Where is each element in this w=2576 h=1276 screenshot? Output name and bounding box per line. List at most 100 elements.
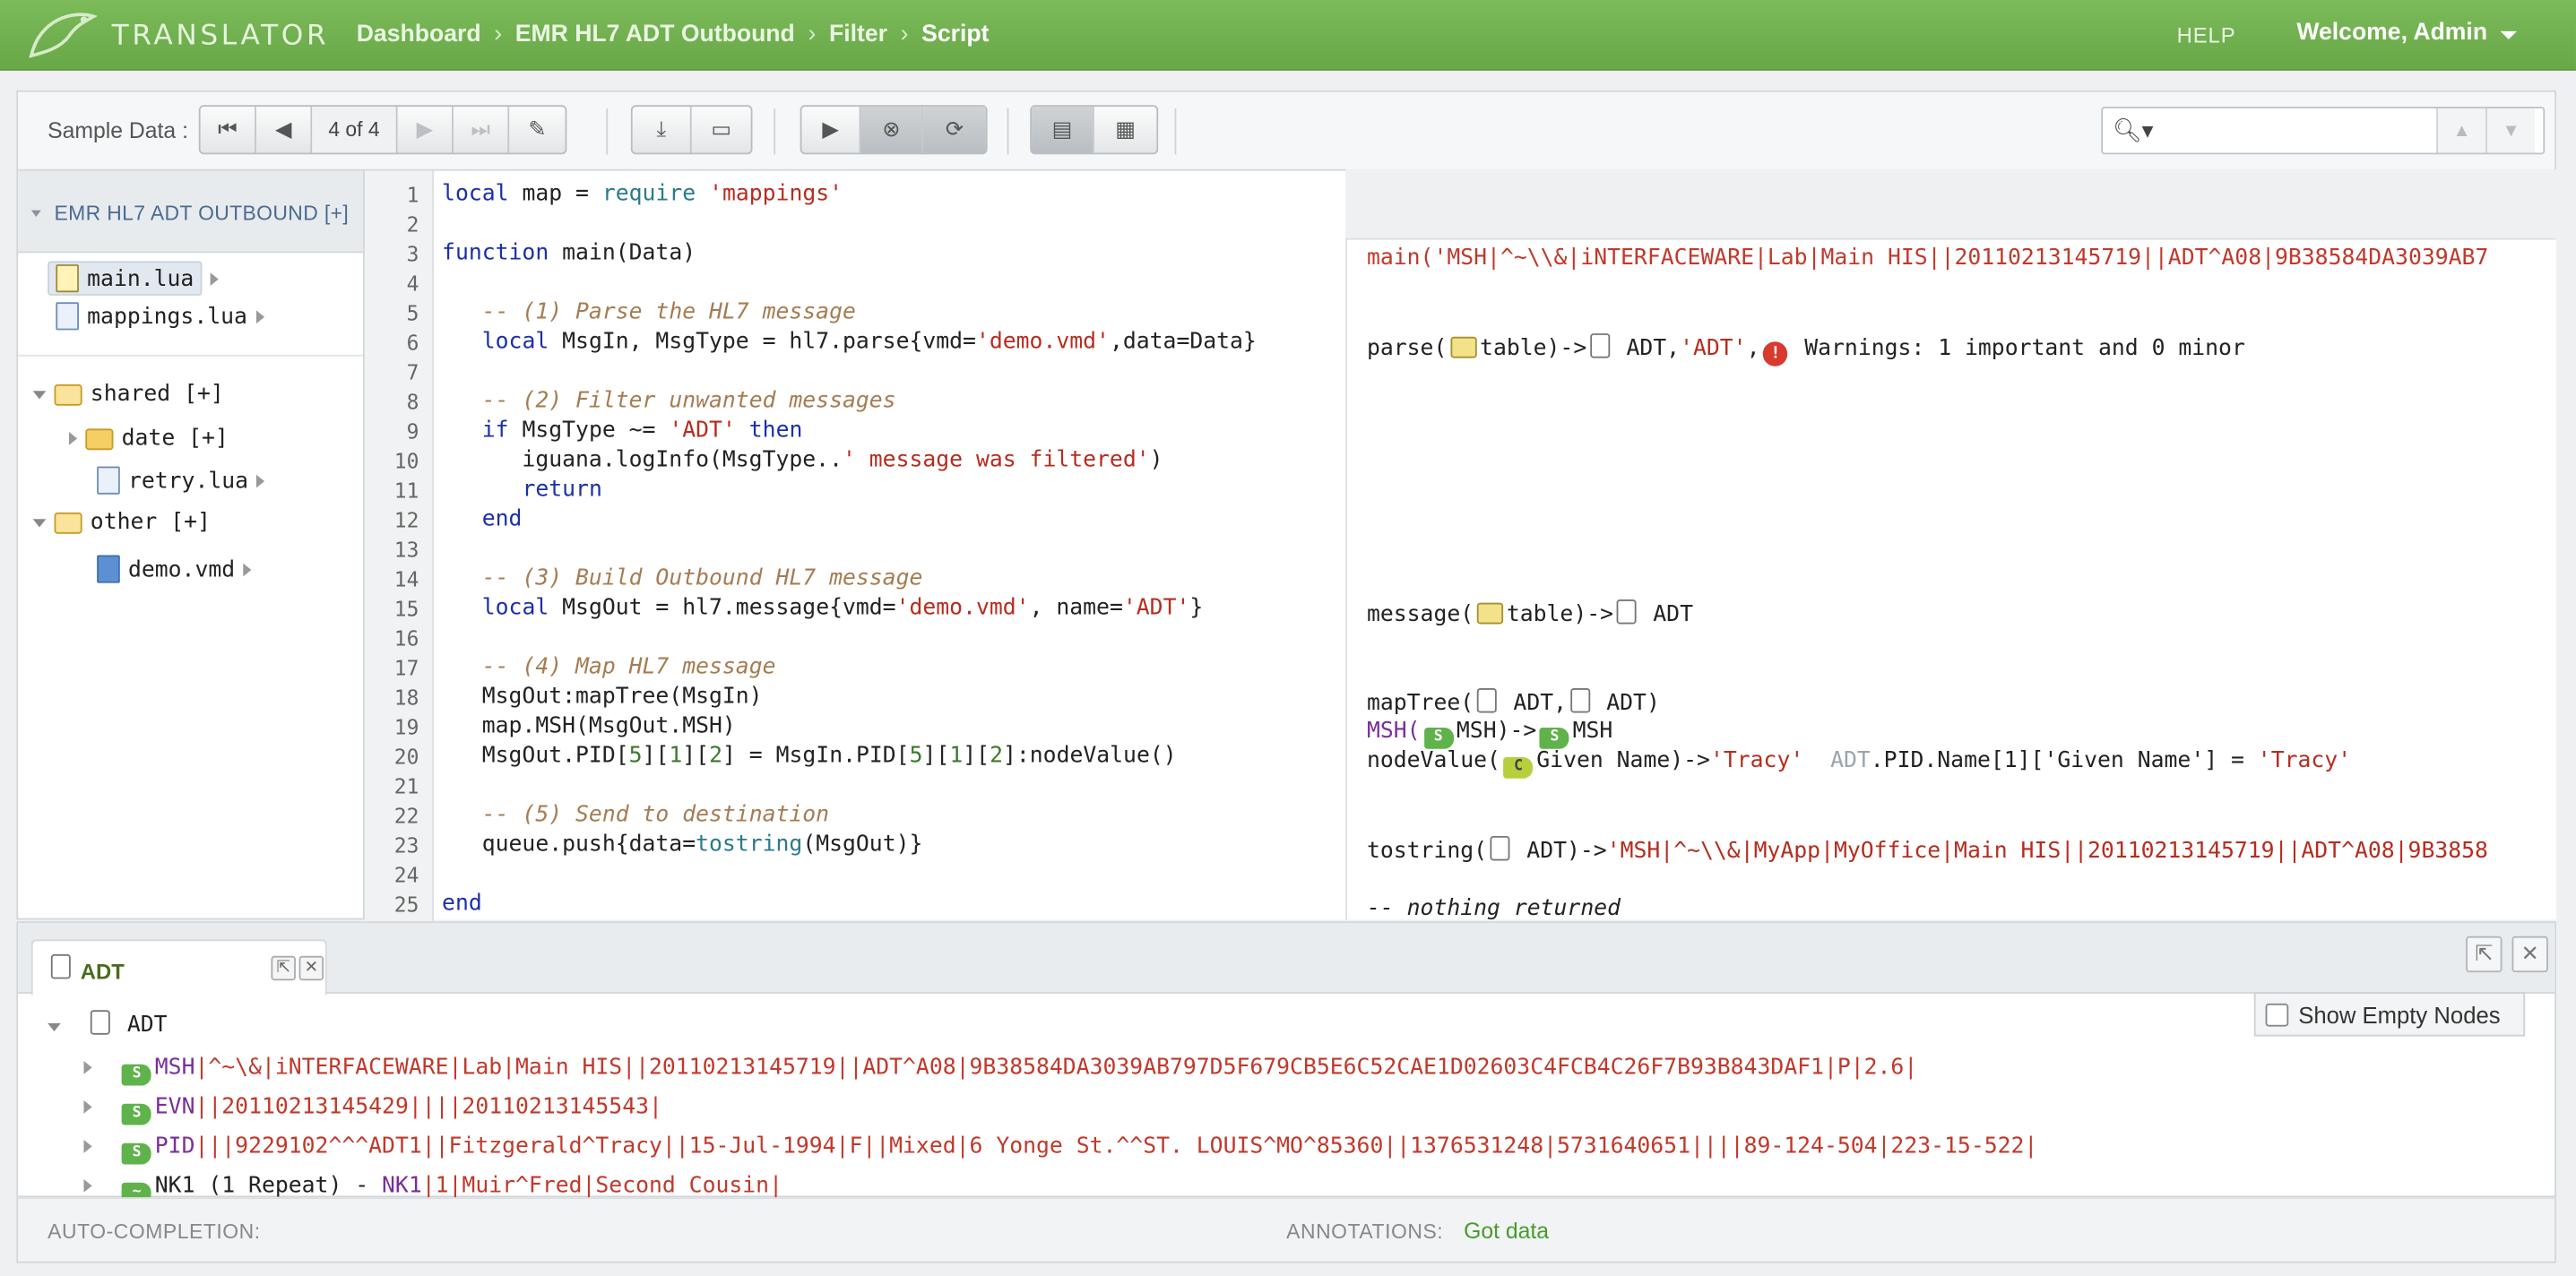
annotation-parse[interactable]: parse(table)-> ADT,'ADT',! Warnings: 1 i… (1367, 333, 2245, 366)
file-demo-vmd[interactable]: demo.vmd (97, 555, 252, 583)
line-number: 8 (406, 389, 419, 414)
annotation-maptree[interactable]: mapTree( ADT, ADT) (1367, 687, 1660, 716)
segment-icon[interactable]: S (1423, 727, 1454, 749)
code-line[interactable]: -- (2) Filter unwanted messages (442, 388, 896, 414)
breadcrumb-channel[interactable]: EMR HL7 ADT Outbound (515, 22, 795, 47)
folder-other[interactable]: other [+] (32, 509, 211, 536)
search-icon[interactable]: 🔍︎▾ (2113, 116, 2153, 144)
expand-icon[interactable] (243, 562, 252, 576)
drive-button[interactable]: ▭ (692, 107, 751, 152)
composite-icon[interactable]: C (1503, 756, 1534, 779)
tab-adt[interactable]: ADT ⇱ ✕ (30, 939, 327, 996)
code-line[interactable]: local MsgOut = hl7.message{vmd='demo.vmd… (442, 595, 1204, 621)
expand-icon[interactable] (83, 1061, 92, 1074)
message-icon[interactable] (1490, 835, 1510, 861)
search-prev-button[interactable]: ▲ (2436, 108, 2486, 153)
project-title[interactable]: EMR HL7 ADT OUTBOUND [+] (54, 202, 349, 225)
expand-icon[interactable] (83, 1179, 92, 1193)
code-line[interactable]: function main(Data) (442, 240, 696, 266)
loop-button[interactable]: ⟳ (923, 107, 986, 153)
last-sample-button[interactable]: ⏭ (454, 107, 510, 153)
expand-icon[interactable] (32, 390, 47, 399)
code-line[interactable]: local MsgIn, MsgType = hl7.parse{vmd='de… (442, 329, 1257, 355)
expand-icon[interactable] (255, 309, 264, 323)
file-retry-lua[interactable]: retry.lua (97, 466, 265, 495)
prev-sample-button[interactable]: ◀ (256, 107, 313, 153)
project-header: EMR HL7 ADT OUTBOUND [+] (18, 170, 364, 254)
code-line[interactable]: map.MSH(MsgOut.MSH) (442, 712, 736, 738)
chevron-down-icon[interactable] (2500, 30, 2518, 39)
file-mappings-lua[interactable]: mappings.lua (56, 302, 264, 331)
code-line[interactable]: queue.push{data=tostring(MsgOut)} (442, 831, 923, 857)
line-number: 25 (393, 892, 419, 917)
code-editor[interactable]: 1 2 3 4 5 6 7 8 9 10 11 12 13 14 15 16 17 18 19 20 21 22 23 24 2… (364, 168, 1346, 922)
checkbox[interactable] (2265, 1002, 2289, 1026)
next-sample-button[interactable]: ▶ (398, 107, 454, 153)
user-menu[interactable]: Welcome, Admin (2296, 20, 2487, 46)
segment-icon: S (122, 1142, 152, 1165)
breadcrumb-dashboard[interactable]: Dashboard (357, 22, 481, 47)
annotations-view-button[interactable]: ▤ (1032, 107, 1094, 153)
folder-shared[interactable]: shared [+] (32, 381, 224, 408)
annotation-message[interactable]: message(table)-> ADT (1367, 599, 1693, 627)
popout-icon[interactable]: ⇱ (271, 955, 296, 981)
search-next-button[interactable]: ▼ (2485, 108, 2536, 153)
message-icon[interactable] (1476, 687, 1497, 713)
code-line[interactable]: iguana.logInfo(MsgType..' message was fi… (442, 447, 1163, 473)
expand-icon[interactable] (256, 473, 265, 487)
show-empty-nodes-toggle[interactable]: Show Empty Nodes (2253, 992, 2526, 1037)
annotations-status: Got data (1464, 1219, 1550, 1244)
code-line[interactable]: -- (1) Parse the HL7 message (442, 299, 856, 325)
first-sample-button[interactable]: ⏮ (201, 107, 256, 153)
annotation-nodevalue[interactable]: nodeValue(C Given Name)->'Tracy' ADT.PID.… (1367, 747, 2351, 779)
expand-panel-icon[interactable]: ⇱ (2466, 935, 2503, 973)
warning-icon[interactable]: ! (1763, 341, 1788, 366)
tree-row-msh[interactable]: S MSH|^~\&|iNTERFACEWARE|Lab|Main HIS||20… (83, 1055, 1917, 1086)
code-line[interactable]: -- (3) Build Outbound HL7 message (442, 565, 923, 591)
stop-button[interactable]: ⊗ (860, 107, 924, 153)
run-button[interactable]: ▶ (801, 107, 861, 153)
message-icon (50, 953, 71, 979)
code-line[interactable]: local map = require 'mappings' (442, 181, 843, 207)
expand-icon[interactable] (210, 272, 219, 286)
close-icon[interactable]: ✕ (298, 955, 324, 981)
expand-icon[interactable] (83, 1100, 92, 1114)
file-main-lua[interactable]: main.lua (48, 261, 219, 296)
tree-row-pid[interactable]: S PID|||9229102^^^ADT1||Fitzgerald^Tracy|… (83, 1134, 2037, 1165)
message-icon[interactable] (1616, 599, 1637, 625)
expand-icon[interactable] (32, 518, 47, 527)
search-input[interactable] (2158, 113, 2430, 148)
help-link[interactable]: HELP (2177, 23, 2236, 47)
expand-icon[interactable] (68, 432, 78, 445)
code-line[interactable]: end (442, 506, 523, 532)
tree-row-evn[interactable]: S EVN||20110213145429||||20110213145543| (83, 1094, 662, 1125)
code-line[interactable]: return (442, 477, 601, 503)
expand-icon[interactable] (83, 1140, 92, 1153)
close-panel-icon[interactable]: ✕ (2511, 935, 2548, 973)
code-line[interactable]: MsgOut:mapTree(MsgIn) (442, 683, 763, 709)
annotation-main[interactable]: main('MSH|^~\\&|iNTERFACEWARE|Lab|Main H… (1367, 245, 2488, 271)
split-view-icon: ▦ (1115, 116, 1136, 142)
collapse-icon[interactable] (30, 210, 41, 217)
code-line[interactable]: end (442, 890, 482, 916)
code-line[interactable]: -- (4) Map HL7 message (442, 653, 776, 679)
annotation-tostring[interactable]: tostring( ADT)->'MSH|^~\\&|MyApp|MyOffic… (1367, 835, 2488, 864)
collapse-icon[interactable] (48, 1022, 61, 1032)
message-icon[interactable] (1569, 687, 1590, 713)
table-icon[interactable] (1450, 336, 1477, 358)
code-line[interactable]: MsgOut.PID[5][1][2] = MsgIn.PID[5][1][2]… (442, 742, 1177, 768)
breadcrumb-filter[interactable]: Filter (829, 22, 887, 47)
breadcrumb: Dashboard › EMR HL7 ADT Outbound › Filter ›… (357, 22, 990, 47)
split-view-button[interactable]: ▦ (1094, 107, 1157, 152)
tree-root[interactable]: ADT (48, 1010, 168, 1038)
table-icon[interactable] (1476, 602, 1504, 625)
code-line[interactable]: if MsgType ~= 'ADT' then (442, 418, 803, 444)
save-button[interactable]: ⤓ (633, 107, 692, 153)
segment-icon[interactable]: S (1539, 727, 1569, 749)
folder-date[interactable]: date [+] (68, 426, 229, 452)
edit-sample-button[interactable]: ✎ (509, 107, 565, 152)
annotation-msh[interactable]: MSH(S MSH)-> S MSH (1367, 718, 1612, 749)
message-icon[interactable] (1589, 333, 1610, 358)
folder-icon (85, 427, 114, 450)
code-line[interactable]: -- (5) Send to destination (442, 801, 829, 827)
